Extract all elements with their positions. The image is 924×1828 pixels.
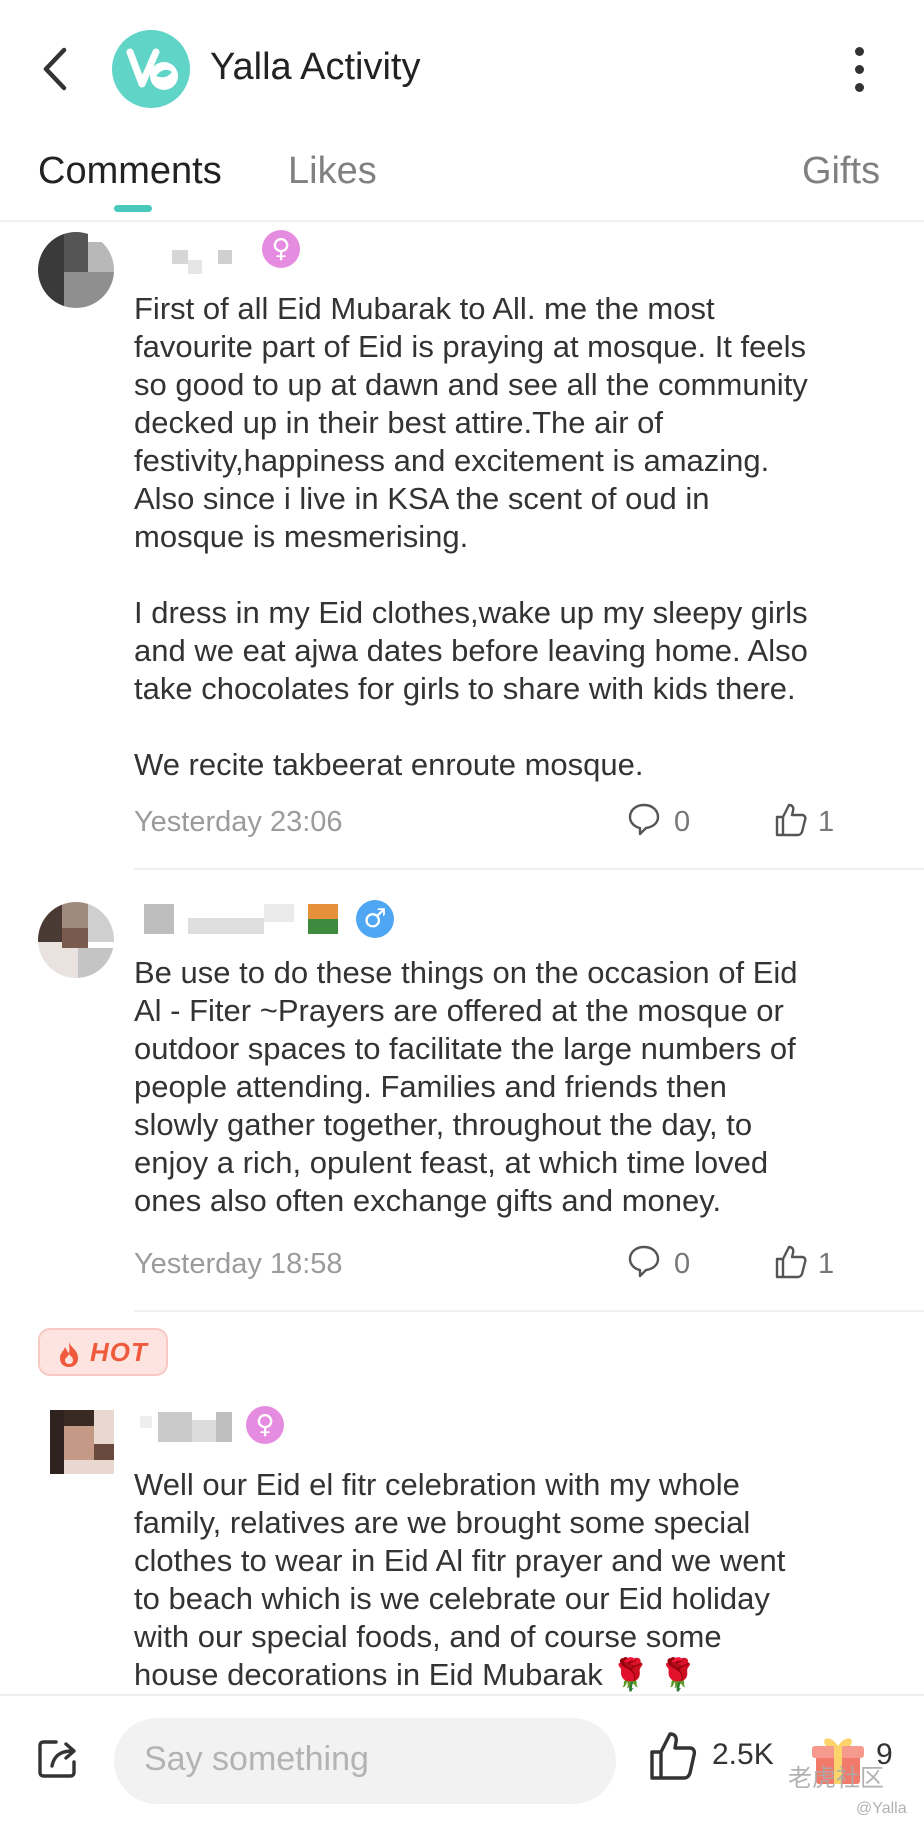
watermark-handle: @Yalla (856, 1800, 907, 1817)
divider (134, 1310, 924, 1312)
comment-time: Yesterday 18:58 (134, 1248, 343, 1280)
flame-icon (56, 1340, 82, 1368)
reply-icon[interactable] (627, 802, 661, 838)
tab-bar: Comments Likes Gifts (0, 140, 924, 222)
male-gender-icon: ♂ (356, 900, 394, 938)
comment-text: Be use to do these things on the occasio… (134, 955, 798, 1218)
reply-icon[interactable] (627, 1244, 661, 1280)
tab-likes[interactable]: Likes (288, 150, 377, 193)
hot-badge: HOT (38, 1328, 168, 1376)
comment-text: Well our Eid el fitr celebration with my… (134, 1467, 786, 1692)
page-title: Yalla Activity (210, 46, 421, 88)
divider (134, 868, 924, 870)
comment-time: Yesterday 23:06 (134, 806, 343, 838)
comment-meta: Yesterday 23:06 0 1 (134, 802, 894, 842)
like-count: 1 (818, 1248, 835, 1280)
watermark: 老虎社区 (788, 1765, 884, 1792)
reply-count: 0 (674, 806, 691, 838)
avatar[interactable] (38, 232, 114, 308)
app-logo (112, 30, 190, 108)
more-options-icon[interactable] (848, 44, 870, 94)
comment-meta: Yesterday 18:58 0 1 (134, 1244, 894, 1284)
avatar[interactable] (50, 1410, 114, 1474)
hot-label: HOT (90, 1337, 148, 1367)
comment-input-placeholder: Say something (144, 1740, 369, 1778)
thumbs-up-icon[interactable] (774, 802, 808, 838)
thumbs-up-icon[interactable] (648, 1730, 698, 1782)
top-bar: Yalla Activity (0, 0, 924, 140)
share-icon[interactable] (34, 1734, 82, 1782)
reply-count: 0 (674, 1248, 691, 1280)
tab-comments[interactable]: Comments (38, 150, 222, 193)
back-arrow-icon[interactable] (36, 44, 76, 94)
comment-input[interactable]: Say something (114, 1718, 616, 1804)
post-like-count: 2.5K (712, 1738, 774, 1771)
comment-text: First of all Eid Mubarak to All. me the … (134, 291, 808, 782)
like-count: 1 (818, 806, 835, 838)
female-gender-icon: ♀ (246, 1406, 284, 1444)
tab-gifts[interactable]: Gifts (802, 150, 880, 193)
female-gender-icon: ♀ (262, 230, 300, 268)
thumbs-up-icon[interactable] (774, 1244, 808, 1280)
avatar[interactable] (38, 902, 114, 978)
active-tab-indicator (114, 205, 152, 212)
bottom-action-bar: Say something 2.5K 9 老虎社区 @Yalla (0, 1694, 924, 1828)
